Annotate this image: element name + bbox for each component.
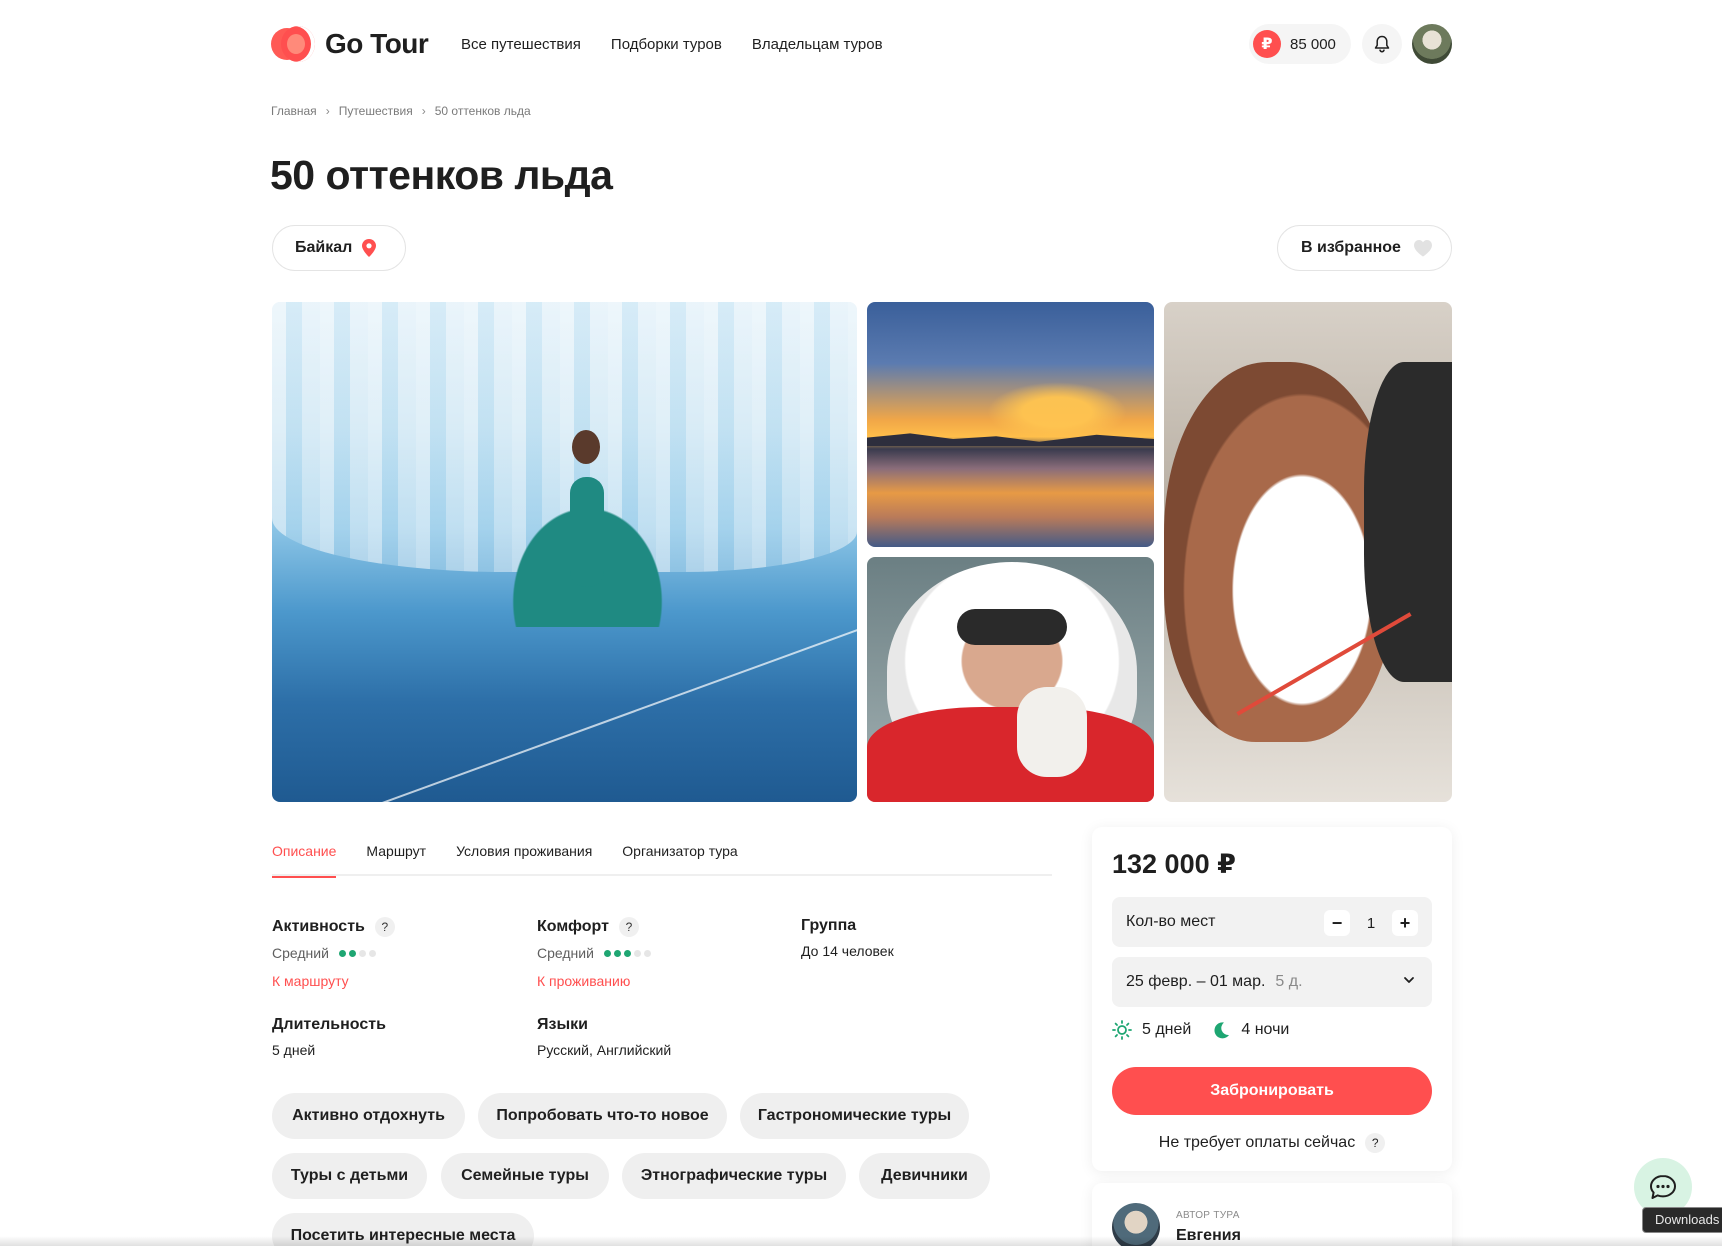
gallery-photo-huskies[interactable] xyxy=(1164,302,1452,802)
group-block: Группа До 14 человек xyxy=(801,917,894,959)
tag-chip[interactable]: Этнографические туры xyxy=(622,1153,846,1199)
seats-value: 1 xyxy=(1366,914,1376,932)
nav-tour-collections[interactable]: Подборки туров xyxy=(611,36,722,53)
moon-icon xyxy=(1214,1022,1230,1039)
header: Go Tour Все путешествия Подборки туров В… xyxy=(0,0,1722,90)
languages-block: Языки Русский, Английский xyxy=(537,1016,671,1058)
tab-route[interactable]: Маршрут xyxy=(366,840,426,876)
languages-label: Языки xyxy=(537,1016,588,1033)
group-value: До 14 человек xyxy=(801,943,894,959)
days-nights: 5 дней 4 ночи xyxy=(1112,1020,1299,1040)
no-payment-text: Не требует оплаты сейчас xyxy=(1158,1134,1356,1151)
group-label: Группа xyxy=(801,917,857,934)
duration-label: Длительность xyxy=(272,1016,386,1033)
downloads-tooltip: Downloads xyxy=(1642,1207,1722,1233)
location-label: Байкал xyxy=(295,239,353,256)
seats-label: Кол-во мест xyxy=(1126,913,1216,930)
logo-icon xyxy=(271,26,315,62)
no-payment-note: Не требует оплаты сейчас ? xyxy=(1092,1133,1452,1153)
nav-all-trips[interactable]: Все путешествия xyxy=(461,36,581,53)
breadcrumb-trips[interactable]: Путешествия xyxy=(339,104,413,118)
tag-chip[interactable]: Гастрономические туры xyxy=(740,1093,969,1139)
duration-block: Длительность 5 дней xyxy=(272,1016,386,1058)
gallery-photo-portrait[interactable] xyxy=(867,557,1154,802)
map-pin-icon xyxy=(362,239,377,257)
chevron-down-icon xyxy=(1404,977,1414,983)
book-button[interactable]: Забронировать xyxy=(1112,1067,1432,1115)
add-to-favorites-button[interactable]: В избранное xyxy=(1277,225,1452,271)
page-title: 50 оттенков льда xyxy=(270,152,613,198)
tag-chip[interactable]: Попробовать что-то новое xyxy=(478,1093,727,1139)
balance-amount: 85 000 xyxy=(1290,35,1336,53)
author-caption: АВТОР ТУРА xyxy=(1176,1210,1240,1221)
activity-value: Средний xyxy=(272,945,329,961)
tag-chip[interactable]: Девичники xyxy=(859,1153,990,1199)
breadcrumb-current: 50 оттенков льда xyxy=(434,104,531,118)
tag-chip[interactable]: Активно отдохнуть xyxy=(272,1093,465,1139)
nights-count: 4 ночи xyxy=(1241,1021,1290,1038)
user-avatar[interactable] xyxy=(1412,24,1452,64)
dates-days: 5 д. xyxy=(1275,973,1303,990)
help-icon[interactable]: ? xyxy=(618,917,639,937)
breadcrumb: Главная › Путешествия › 50 оттенков льда xyxy=(271,104,531,118)
comfort-label: Комфорт xyxy=(537,918,609,935)
bell-icon xyxy=(1374,35,1390,53)
help-icon[interactable]: ? xyxy=(374,917,395,937)
nav-tour-owners[interactable]: Владельцам туров xyxy=(752,36,883,53)
dates-range: 25 февр. – 01 мар. xyxy=(1126,973,1266,990)
tab-accommodation[interactable]: Условия проживания xyxy=(456,840,592,876)
comfort-value: Средний xyxy=(537,945,594,961)
tour-tabs: Описание Маршрут Условия проживания Орга… xyxy=(272,840,1052,878)
languages-value: Русский, Английский xyxy=(537,1042,672,1058)
tab-organizer[interactable]: Организатор тура xyxy=(622,840,737,876)
increase-seats-button[interactable]: + xyxy=(1392,910,1418,936)
help-icon[interactable]: ? xyxy=(1365,1133,1386,1153)
activity-label: Активность xyxy=(272,918,365,935)
location-pill[interactable]: Байкал xyxy=(272,225,406,271)
days-count: 5 дней xyxy=(1142,1021,1192,1038)
booking-card: 132 000 ₽ Кол-во мест − 1 + 25 февр. – 0… xyxy=(1092,827,1452,1171)
ruble-icon: ₽ xyxy=(1253,30,1281,58)
to-route-link[interactable]: К маршруту xyxy=(272,973,395,989)
notifications-button[interactable] xyxy=(1362,24,1402,64)
logo-text: Go Tour xyxy=(325,28,429,59)
logo[interactable]: Go Tour xyxy=(271,26,429,62)
favorites-label: В избранное xyxy=(1301,239,1401,256)
gallery-photo-sunset[interactable] xyxy=(867,302,1154,547)
chevron-right-icon: › xyxy=(421,104,426,118)
gallery-photo-main[interactable] xyxy=(272,302,857,802)
decrease-seats-button[interactable]: − xyxy=(1324,910,1350,936)
to-accommodation-link[interactable]: К проживанию xyxy=(537,973,651,989)
balance-button[interactable]: ₽ 85 000 xyxy=(1249,24,1351,64)
heart-icon xyxy=(1413,240,1432,257)
tab-description[interactable]: Описание xyxy=(272,840,337,878)
main-nav: Все путешествия Подборки туров Владельца… xyxy=(461,36,883,53)
tag-chip[interactable]: Туры с детьми xyxy=(272,1153,427,1199)
dates-select[interactable]: 25 февр. – 01 мар. 5 д. xyxy=(1112,957,1432,1007)
duration-value: 5 дней xyxy=(272,1042,316,1058)
sun-icon xyxy=(1112,1020,1132,1040)
activity-level xyxy=(338,949,376,957)
chevron-right-icon: › xyxy=(325,104,330,118)
activity-block: Активность ? Средний К маршруту xyxy=(272,917,395,989)
breadcrumb-home[interactable]: Главная xyxy=(271,104,317,118)
window-edge xyxy=(0,1236,1722,1246)
tag-chip[interactable]: Семейные туры xyxy=(441,1153,609,1199)
seats-field: Кол-во мест − 1 + xyxy=(1112,897,1432,947)
comfort-block: Комфорт ? Средний К проживанию xyxy=(537,917,651,989)
tour-price: 132 000 ₽ xyxy=(1112,849,1236,879)
seats-stepper: − 1 + xyxy=(1324,910,1418,936)
chat-icon xyxy=(1650,1175,1676,1199)
comfort-level xyxy=(603,949,651,957)
